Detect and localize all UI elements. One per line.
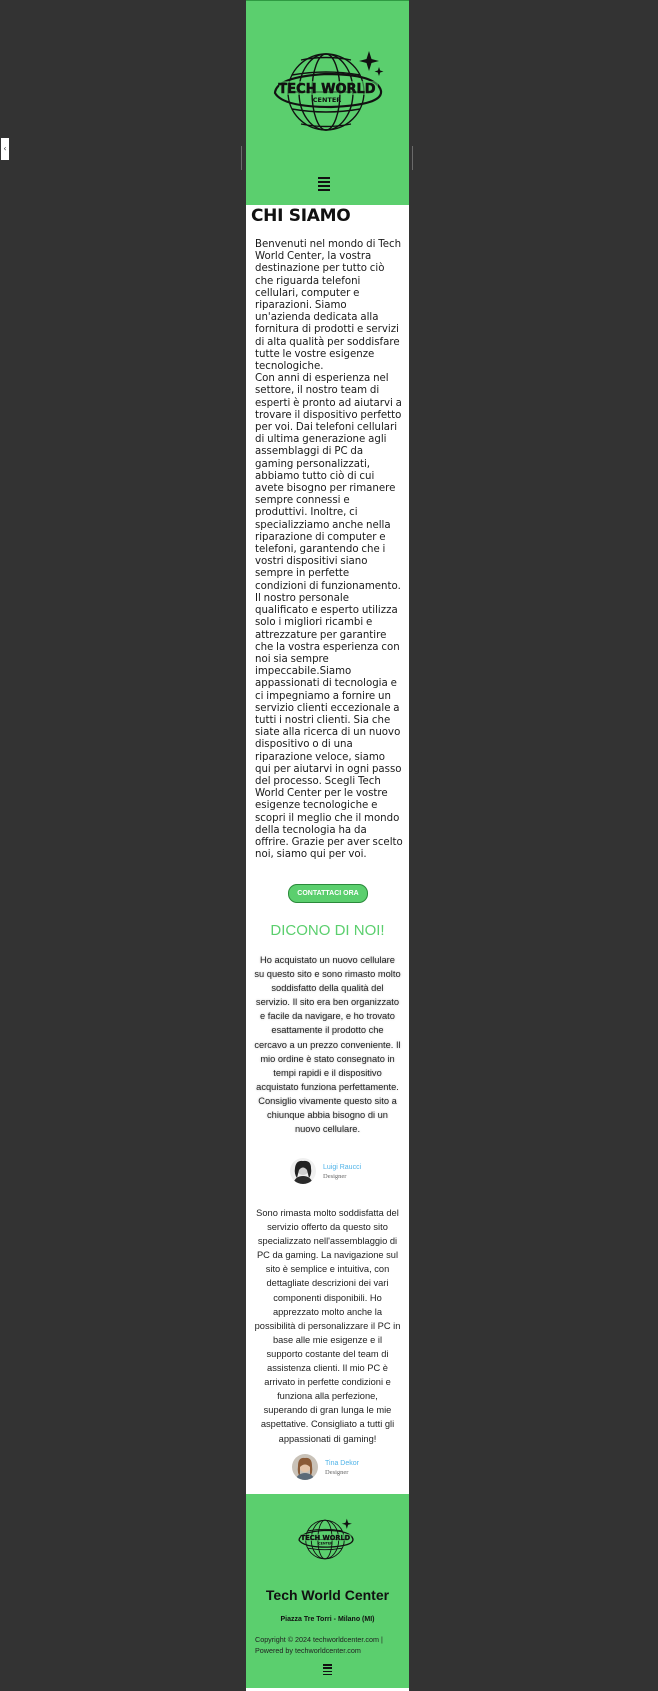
author-name: Luigi Raucci [323,1164,362,1171]
divider-right [412,146,413,170]
author-role: Designer [325,1469,349,1476]
hero-header: TECH WORLD CENTER [246,0,409,205]
avatar [292,1454,318,1480]
divider-left [241,146,242,170]
testimonials-title: DICONO DI NOI! [270,922,385,939]
page: TECH WORLD CENTER CHI SIAMO Benvenuti ne… [246,0,409,1691]
side-panel-toggle[interactable]: ‹ [1,138,9,160]
about-title: CHI SIAMO [251,206,351,226]
footer-logo-text: TECH WORLD [301,1534,351,1542]
footer-menu-icon[interactable] [323,1664,332,1677]
logo-subtext: CENTER [313,96,342,104]
about-paragraph-1: Benvenuti nel mondo di Tech World Center… [255,239,402,373]
footer-title: Tech World Center [265,1587,390,1603]
about-paragraph-2: Con anni di esperienza nel settore, il n… [255,373,403,861]
footer: TECH WORLD CENTER Tech World Center Piaz… [246,1494,409,1691]
footer-address: Piazza Tre Torri - Milano (MI) [280,1616,375,1623]
author-role: Designer [323,1173,347,1180]
footer-logo-subtext: CENTER [318,1542,333,1546]
about-text: Benvenuti nel mondo di Tech World Center… [255,239,403,861]
testimonial-author-2: Tina Dekor Designer [292,1454,392,1484]
testimonial-text-2: Sono rimasta molto soddisfatta del servi… [254,1208,401,1444]
testimonial-text-1: Ho acquistato un nuovo cellulare su ques… [254,955,401,1135]
logo-text: TECH WORLD [278,82,375,97]
testimonial-author-1: Luigi Raucci Designer [290,1158,390,1188]
footer-logo[interactable]: TECH WORLD CENTER [297,1516,357,1562]
footer-copyright: Copyright © 2024 techworldcenter.com | P… [255,1635,383,1655]
site-logo[interactable]: TECH WORLD CENTER [271,47,389,135]
contact-now-button[interactable]: CONTATTACI ORA [288,884,368,903]
author-name: Tina Dekor [325,1460,359,1467]
hamburger-menu-icon[interactable] [318,177,330,193]
avatar [290,1158,316,1184]
